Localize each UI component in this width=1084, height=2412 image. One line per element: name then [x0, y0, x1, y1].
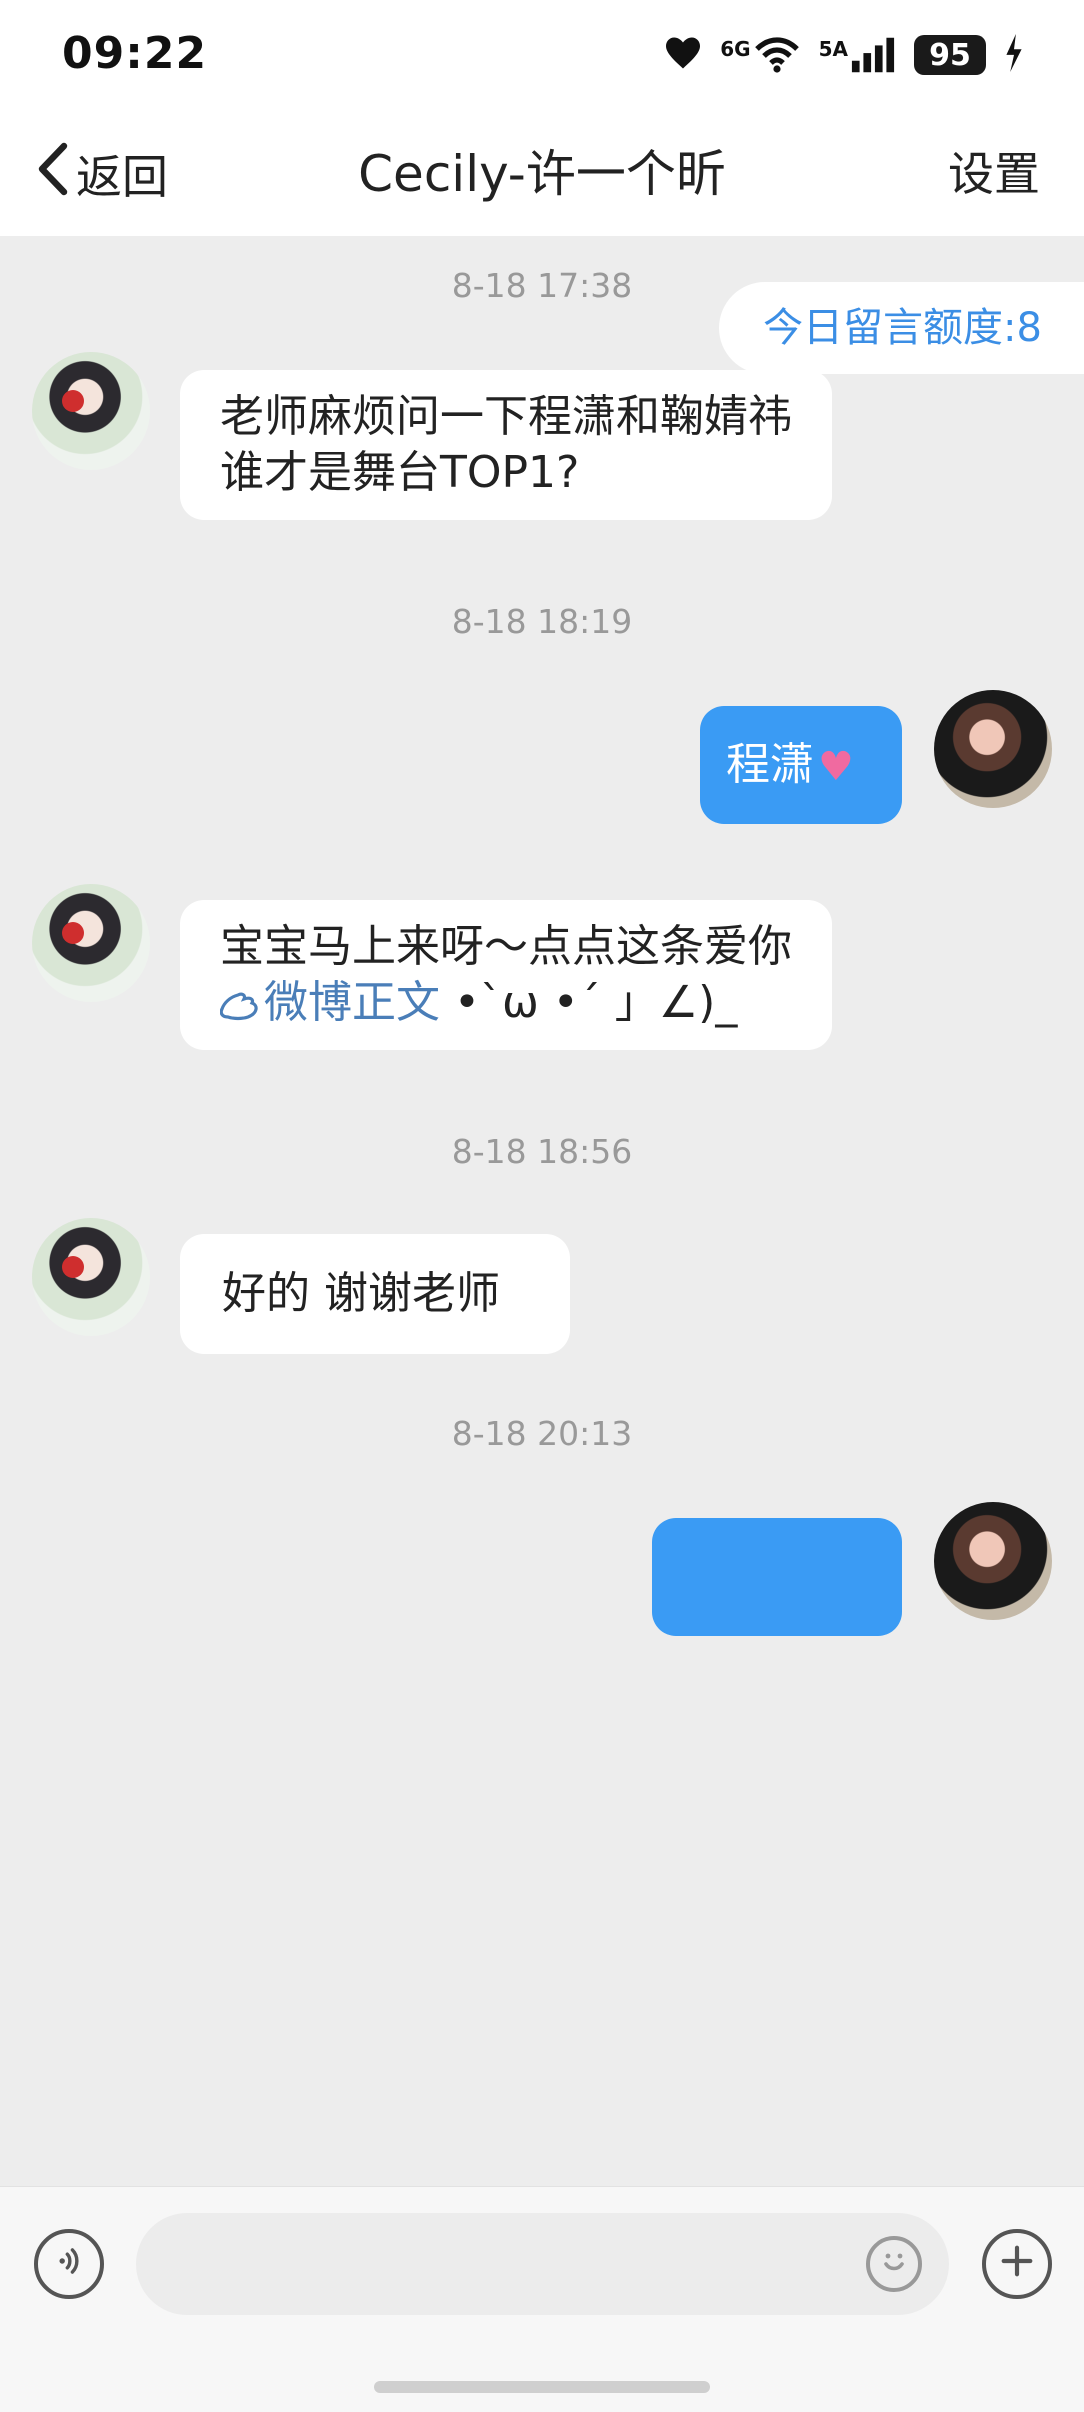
weibo-icon — [219, 992, 258, 1021]
status-icons: 6G 5A 95 — [664, 30, 1024, 80]
charging-icon — [1004, 34, 1024, 76]
link-text: 微博正文 — [264, 977, 440, 1028]
message-text: 好的 谢谢老师 — [222, 1268, 500, 1319]
sender-avatar[interactable] — [32, 1218, 150, 1336]
chat-area[interactable]: 8-18 17:38 今日留言额度:8 老师麻烦问一下程潇和鞠婧祎谁才是舞台TO… — [0, 236, 1084, 2186]
battery-indicator: 95 — [914, 35, 986, 75]
settings-button[interactable]: 设置 — [948, 138, 1040, 210]
message-input[interactable] — [136, 2213, 949, 2315]
message-text-suffix: •`ω •´ 」∠)_ — [454, 977, 738, 1028]
message-text: 程潇 — [726, 739, 814, 790]
heart-emoji-icon: ♥ — [818, 744, 854, 790]
weibo-post-link[interactable]: 微博正文 — [219, 977, 440, 1028]
incoming-message-bubble[interactable]: 宝宝马上来呀～点点这条爱你 微博正文 •`ω •´ 」∠)_ — [180, 900, 832, 1050]
self-avatar[interactable] — [934, 1502, 1052, 1620]
status-bar: 09:22 6G 5A 95 — [0, 0, 1084, 110]
outgoing-message-bubble[interactable]: 程潇 ♥ — [700, 706, 902, 824]
network-5a-label: 5A — [818, 37, 848, 61]
wifi-6g-icon: 6G — [720, 37, 800, 73]
more-button[interactable] — [982, 2229, 1052, 2299]
home-indicator[interactable] — [374, 2381, 710, 2393]
message-timestamp: 8-18 18:19 — [451, 602, 633, 641]
emoji-button[interactable] — [866, 2236, 922, 2292]
voice-button[interactable] — [34, 2229, 104, 2299]
input-bar — [0, 2186, 1084, 2412]
quota-badge: 今日留言额度:8 — [719, 282, 1084, 374]
incoming-message-bubble[interactable]: 好的 谢谢老师 — [180, 1234, 570, 1354]
plus-icon — [998, 2240, 1036, 2288]
self-avatar[interactable] — [934, 690, 1052, 808]
voice-icon — [52, 2244, 86, 2285]
message-text: 宝宝马上来呀～点点这条爱你 — [220, 921, 792, 972]
sender-avatar[interactable] — [32, 884, 150, 1002]
smile-icon — [874, 2240, 914, 2288]
outgoing-message-bubble[interactable] — [652, 1518, 902, 1636]
signal-icon: 5A — [819, 37, 896, 73]
sender-avatar[interactable] — [32, 352, 150, 470]
status-time: 09:22 — [62, 28, 208, 79]
message-text: 老师麻烦问一下程潇和鞠婧祎谁才是舞台TOP1? — [220, 391, 792, 498]
nav-bar: 返回 Cecily-许一个昕 设置 — [0, 110, 1084, 236]
incoming-message-bubble[interactable]: 老师麻烦问一下程潇和鞠婧祎谁才是舞台TOP1? — [180, 370, 832, 520]
heart-icon — [664, 36, 702, 74]
network-6g-label: 6G — [720, 37, 751, 61]
message-timestamp: 8-18 18:56 — [451, 1132, 633, 1171]
page-title: Cecily-许一个昕 — [358, 145, 726, 203]
message-timestamp: 8-18 20:13 — [451, 1414, 633, 1453]
